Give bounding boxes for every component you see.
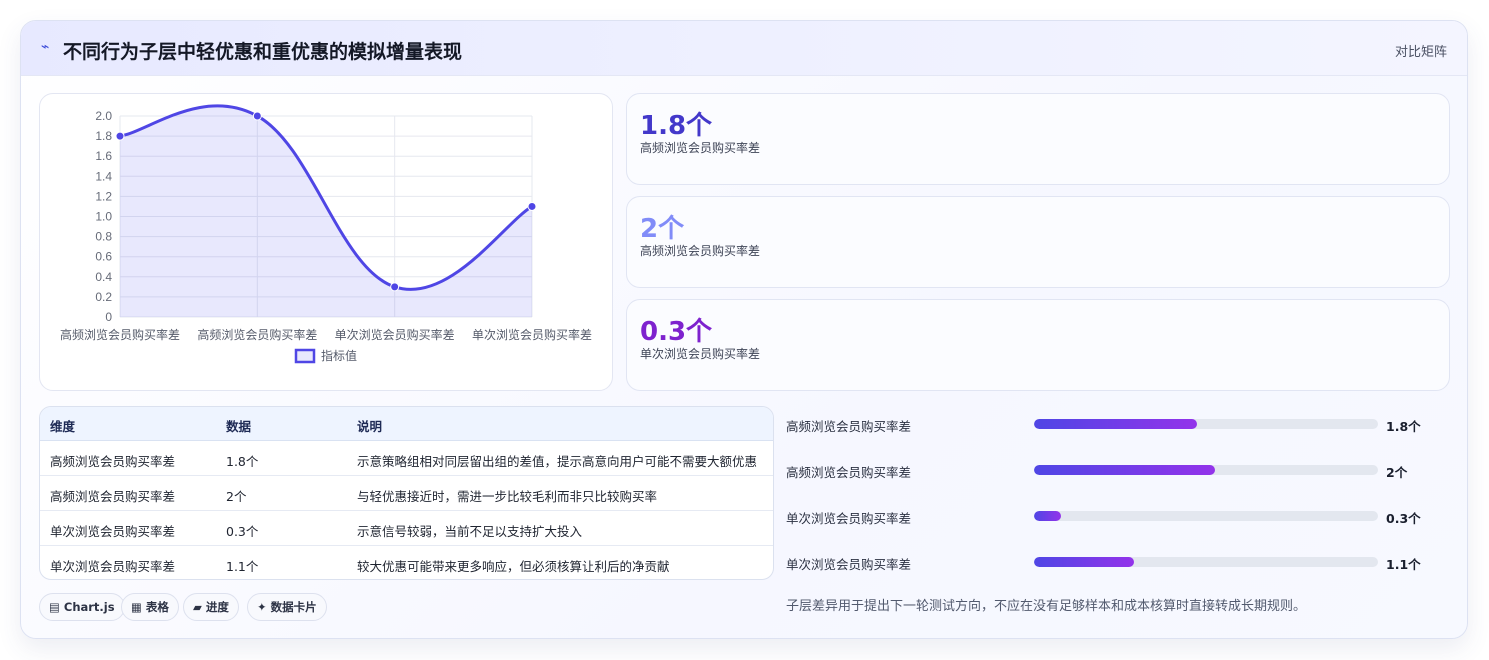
line-chart-panel: 2.0 1.8 1.6 1.4 1.2 1.0 0.8 0.6 0.4 0.2 0 高频浏览会员购买率…	[39, 93, 613, 391]
table-header-cell: 维度	[50, 419, 76, 434]
progress-fill	[1034, 511, 1062, 521]
progress-value: 2个	[1386, 465, 1408, 480]
dashboard-card: ⌁ 不同行为子层中轻优惠和重优惠的模拟增量表现 对比矩阵 2.0 1.8 1.6 1.…	[20, 20, 1468, 639]
progress-fill	[1034, 465, 1216, 475]
card-title: 不同行为子层中轻优惠和重优惠的模拟增量表现	[63, 41, 463, 63]
tag-table[interactable]: ▦ 表格	[121, 593, 179, 621]
progress-track	[1034, 419, 1378, 429]
progress-value: 1.1个	[1386, 557, 1421, 572]
y-tick-label: 0.4	[95, 270, 112, 284]
legend-swatch	[294, 348, 316, 364]
progress-row: 高频浏览会员购买率差 1.8个	[786, 414, 1456, 434]
table-header-cell: 数据	[226, 419, 252, 434]
legend-label: 指标值	[321, 348, 357, 363]
table-row: 单次浏览会员购买率差 0.3个 示意信号较弱，当前不足以支持扩大投入	[40, 511, 773, 546]
table-cell: 较大优惠可能带来更多响应，但必须核算让利后的净贡献	[357, 559, 670, 574]
line-chart-icon: ⌁	[41, 39, 50, 55]
tag-progress[interactable]: ▰ 进度	[183, 593, 239, 621]
progress-bars: 高频浏览会员购买率差 1.8个 高频浏览会员购买率差 2个 单次浏览会员购买率差…	[786, 406, 1456, 586]
table-row: 单次浏览会员购买率差 1.1个 较大优惠可能带来更多响应，但必须核算让利后的净贡…	[40, 546, 773, 579]
table-cell: 示意策略组相对同层留出组的差值，提示高意向用户可能不需要大额优惠	[357, 454, 758, 469]
table-cell: 单次浏览会员购买率差	[50, 559, 176, 574]
tag-chartjs[interactable]: ▤ Chart.js	[39, 593, 125, 621]
table-cell: 1.8个	[226, 454, 259, 469]
stat-label: 单次浏览会员购买率差	[640, 347, 761, 361]
table-header-cell: 说明	[357, 419, 383, 434]
progress-track	[1034, 465, 1378, 475]
sparkle-glyph-icon: ✦	[257, 600, 271, 614]
x-tick-label: 单次浏览会员购买率差	[335, 327, 455, 342]
stat-card-3: 0.3个 单次浏览会员购买率差	[626, 299, 1450, 391]
y-tick-label: 1.6	[95, 149, 112, 163]
progress-label: 单次浏览会员购买率差	[786, 557, 912, 572]
data-point	[390, 282, 400, 292]
x-tick-label: 高频浏览会员购买率差	[60, 327, 180, 342]
mode-label[interactable]: 对比矩阵	[1395, 41, 1447, 60]
stat-label: 高频浏览会员购买率差	[640, 244, 761, 258]
data-point	[527, 201, 537, 211]
progress-label: 单次浏览会员购买率差	[786, 511, 912, 526]
progress-track	[1034, 557, 1378, 567]
table-cell: 2个	[226, 489, 247, 504]
stat-value: 2个	[640, 214, 685, 244]
stat-value: 1.8个	[640, 111, 713, 141]
stat-label: 高频浏览会员购买率差	[640, 141, 761, 155]
data-table: 维度 数据 说明 高频浏览会员购买率差 1.8个 示意策略组相对同层留出组的差值…	[39, 406, 774, 580]
chart-glyph-icon: ▤	[49, 600, 64, 614]
card-header: ⌁ 不同行为子层中轻优惠和重优惠的模拟增量表现 对比矩阵	[21, 21, 1467, 76]
table-cell: 0.3个	[226, 524, 259, 539]
tag-label: Chart.js	[63, 600, 115, 614]
y-tick-label: 2.0	[95, 109, 112, 123]
progress-fill	[1034, 419, 1197, 429]
tag-label: 进度	[205, 600, 229, 614]
table-cell: 与轻优惠接近时，需进一步比较毛利而非只比较购买率	[357, 489, 658, 504]
tag-data-card[interactable]: ✦ 数据卡片	[247, 593, 327, 621]
progress-value: 0.3个	[1386, 511, 1421, 526]
progress-label: 高频浏览会员购买率差	[786, 465, 912, 480]
table-row: 高频浏览会员购买率差 1.8个 示意策略组相对同层留出组的差值，提示高意向用户可…	[40, 441, 773, 476]
y-tick-label: 0.8	[95, 230, 112, 244]
stat-value: 0.3个	[640, 317, 713, 347]
y-tick-label: 1.0	[95, 210, 112, 224]
y-tick-label: 1.2	[95, 189, 112, 203]
progress-row: 单次浏览会员购买率差 0.3个	[786, 506, 1456, 526]
progress-label: 高频浏览会员购买率差	[786, 419, 912, 434]
data-point	[252, 111, 262, 121]
table-cell: 高频浏览会员购买率差	[50, 489, 176, 504]
table-cell: 高频浏览会员购买率差	[50, 454, 176, 469]
progress-fill	[1034, 557, 1134, 567]
data-point	[115, 131, 125, 141]
footnote: 子层差异用于提出下一轮测试方向，不应在没有足够样本和成本核算时直接转成长期规则。	[786, 599, 1307, 614]
progress-glyph-icon: ▰	[193, 600, 206, 614]
x-tick-label: 高频浏览会员购买率差	[197, 327, 317, 342]
series-area	[120, 105, 532, 317]
table-glyph-icon: ▦	[131, 600, 146, 614]
table-row: 高频浏览会员购买率差 2个 与轻优惠接近时，需进一步比较毛利而非只比较购买率	[40, 476, 773, 511]
stat-card-1: 1.8个 高频浏览会员购买率差	[626, 93, 1450, 185]
tag-label: 数据卡片	[270, 600, 317, 614]
tag-label: 表格	[145, 600, 169, 614]
y-tick-label: 0.6	[95, 250, 112, 264]
line-chart: 2.0 1.8 1.6 1.4 1.2 1.0 0.8 0.6 0.4 0.2 0 高频浏览会员购买率…	[60, 104, 592, 364]
progress-value: 1.8个	[1386, 419, 1421, 434]
x-tick-label: 单次浏览会员购买率差	[472, 327, 592, 342]
progress-track	[1034, 511, 1378, 521]
y-tick-label: 0	[105, 310, 112, 324]
y-tick-label: 1.4	[95, 169, 112, 183]
table-header-row: 维度 数据 说明	[40, 407, 773, 441]
table-cell: 单次浏览会员购买率差	[50, 524, 176, 539]
y-tick-label: 0.2	[95, 290, 112, 304]
table-cell: 示意信号较弱，当前不足以支持扩大投入	[357, 524, 583, 539]
table-cell: 1.1个	[226, 559, 259, 574]
progress-row: 高频浏览会员购买率差 2个	[786, 460, 1456, 480]
progress-row: 单次浏览会员购买率差 1.1个	[786, 552, 1456, 572]
y-tick-label: 1.8	[95, 129, 112, 143]
stat-card-2: 2个 高频浏览会员购买率差	[626, 196, 1450, 288]
